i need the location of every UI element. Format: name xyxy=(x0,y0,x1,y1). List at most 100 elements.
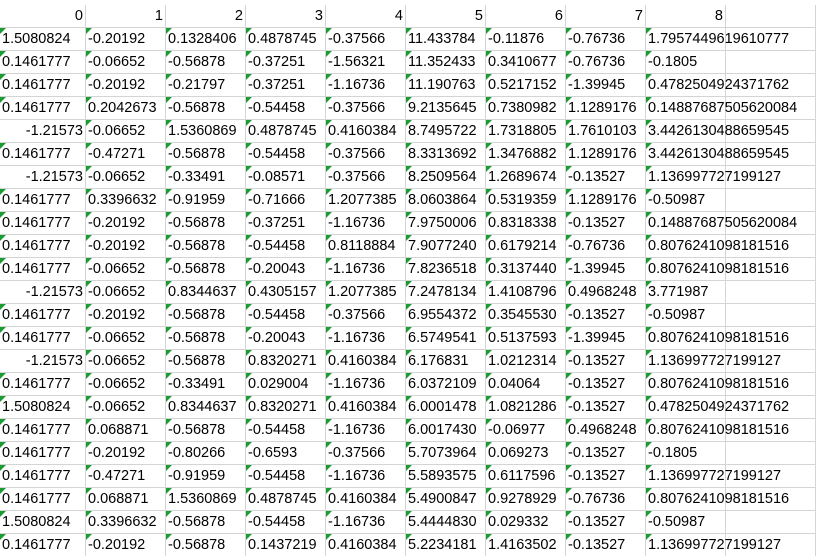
table-cell[interactable]: -0.20192 xyxy=(86,235,166,258)
column-header-cell[interactable]: 6 xyxy=(486,5,566,28)
table-cell[interactable]: -0.50987 xyxy=(646,304,726,327)
table-cell[interactable]: 0.3410677 xyxy=(486,51,566,74)
table-cell[interactable]: 11.433784 xyxy=(406,28,486,51)
table-cell[interactable]: 0.1461777 xyxy=(0,488,86,511)
table-cell[interactable]: 1.136997727199127 xyxy=(646,534,781,556)
column-header-cell[interactable]: 8 xyxy=(646,5,726,28)
table-cell[interactable]: -0.56878 xyxy=(166,304,246,327)
table-cell[interactable]: 0.1461777 xyxy=(0,465,86,488)
table-cell[interactable]: -1.39945 xyxy=(566,74,646,97)
table-cell[interactable]: -0.54458 xyxy=(246,419,326,442)
table-cell[interactable]: -0.13527 xyxy=(566,465,646,488)
table-cell[interactable]: 3.4426130488659545 xyxy=(646,120,789,143)
table-cell[interactable]: -0.37566 xyxy=(326,304,406,327)
table-cell[interactable]: -0.13527 xyxy=(566,511,646,534)
table-cell[interactable]: -0.91959 xyxy=(166,465,246,488)
table-cell[interactable]: 0.3545530 xyxy=(486,304,566,327)
table-cell[interactable]: -0.37566 xyxy=(326,97,406,120)
table-cell[interactable]: -0.1805 xyxy=(646,51,726,74)
table-cell[interactable]: 0.069273 xyxy=(486,442,566,465)
table-cell[interactable]: 0.8076241098181516 xyxy=(646,488,789,511)
table-cell[interactable]: 0.1461777 xyxy=(0,373,86,396)
table-cell[interactable]: 0.4878745 xyxy=(246,28,326,51)
table-cell[interactable]: -0.47271 xyxy=(86,465,166,488)
table-cell[interactable]: 6.5749541 xyxy=(406,327,486,350)
table-cell[interactable]: -0.13527 xyxy=(566,442,646,465)
table-cell[interactable]: -0.20192 xyxy=(86,212,166,235)
table-cell[interactable]: 0.4782504924371762 xyxy=(646,74,789,97)
table-cell[interactable]: -0.06652 xyxy=(86,51,166,74)
table-cell[interactable]: 1.136997727199127 xyxy=(646,465,781,488)
table-cell[interactable]: 1.136997727199127 xyxy=(646,350,781,373)
table-cell[interactable]: -0.20192 xyxy=(86,304,166,327)
table-cell[interactable]: -1.16736 xyxy=(326,74,406,97)
table-cell[interactable]: 0.9278929 xyxy=(486,488,566,511)
table-cell[interactable]: 0.3396632 xyxy=(86,511,166,534)
table-cell[interactable]: 1.4163502 xyxy=(486,534,566,556)
table-cell[interactable]: 0.029332 xyxy=(486,511,566,534)
table-cell[interactable]: -0.56878 xyxy=(166,143,246,166)
table-cell[interactable]: 1.2689674 xyxy=(486,166,566,189)
table-cell[interactable]: -0.56878 xyxy=(166,235,246,258)
table-cell[interactable]: -1.39945 xyxy=(566,327,646,350)
table-cell[interactable]: -1.56321 xyxy=(326,51,406,74)
table-cell[interactable]: 0.1461777 xyxy=(0,327,86,350)
table-cell[interactable]: 0.4305157 xyxy=(246,281,326,304)
table-cell[interactable]: -0.37251 xyxy=(246,51,326,74)
table-cell[interactable]: -0.54458 xyxy=(246,143,326,166)
table-cell[interactable]: 9.2135645 xyxy=(406,97,486,120)
table-cell[interactable]: 5.2234181 xyxy=(406,534,486,556)
table-cell[interactable]: -0.37566 xyxy=(326,28,406,51)
table-cell[interactable]: 7.8236518 xyxy=(406,258,486,281)
table-cell[interactable]: -1.39945 xyxy=(566,258,646,281)
table-cell[interactable]: -0.56878 xyxy=(166,212,246,235)
table-cell[interactable]: 0.1461777 xyxy=(0,534,86,556)
table-cell[interactable]: -0.76736 xyxy=(566,28,646,51)
table-cell[interactable]: 0.4878745 xyxy=(246,488,326,511)
table-cell[interactable]: 0.3396632 xyxy=(86,189,166,212)
table-cell[interactable]: 0.8344637 xyxy=(166,281,246,304)
table-cell[interactable]: 0.8076241098181516 xyxy=(646,419,789,442)
table-cell[interactable]: 0.1461777 xyxy=(0,74,86,97)
table-cell[interactable]: -1.21573 xyxy=(0,120,86,143)
table-cell[interactable]: 0.1461777 xyxy=(0,258,86,281)
table-cell[interactable]: -0.91959 xyxy=(166,189,246,212)
column-header-cell[interactable]: 4 xyxy=(326,5,406,28)
table-cell[interactable]: 6.176831 xyxy=(406,350,486,373)
table-cell[interactable]: 0.4782504924371762 xyxy=(646,396,789,419)
table-cell[interactable]: -0.21797 xyxy=(166,74,246,97)
table-cell[interactable]: -0.56878 xyxy=(166,51,246,74)
table-cell[interactable]: 1.7610103 xyxy=(566,120,646,143)
table-cell[interactable]: -0.08571 xyxy=(246,166,326,189)
table-cell[interactable]: 0.14887687505620084 xyxy=(646,212,797,235)
table-cell[interactable]: 11.352433 xyxy=(406,51,486,74)
table-cell[interactable]: 8.0603864 xyxy=(406,189,486,212)
table-cell[interactable]: 3.771987 xyxy=(646,281,726,304)
table-cell[interactable]: -0.56878 xyxy=(166,419,246,442)
table-cell[interactable]: -0.13527 xyxy=(566,396,646,419)
table-cell[interactable]: 7.9750006 xyxy=(406,212,486,235)
table-cell[interactable]: -1.16736 xyxy=(326,511,406,534)
table-cell[interactable]: 0.4878745 xyxy=(246,120,326,143)
table-cell[interactable]: 0.068871 xyxy=(86,488,166,511)
table-cell[interactable]: -1.16736 xyxy=(326,327,406,350)
table-cell[interactable]: 0.1461777 xyxy=(0,442,86,465)
table-cell[interactable]: 0.4160384 xyxy=(326,350,406,373)
table-cell[interactable]: -0.06977 xyxy=(486,419,566,442)
table-cell[interactable]: 0.6179214 xyxy=(486,235,566,258)
table-cell[interactable]: -0.06652 xyxy=(86,350,166,373)
table-cell[interactable]: 0.8320271 xyxy=(246,350,326,373)
table-cell[interactable]: 0.8076241098181516 xyxy=(646,373,789,396)
table-cell[interactable]: 1.0821286 xyxy=(486,396,566,419)
table-cell[interactable]: -0.76736 xyxy=(566,235,646,258)
table-cell[interactable]: -0.06652 xyxy=(86,166,166,189)
table-cell[interactable]: -0.33491 xyxy=(166,373,246,396)
table-cell[interactable]: 0.2042673 xyxy=(86,97,166,120)
table-cell[interactable]: -0.37566 xyxy=(326,166,406,189)
table-cell[interactable]: -0.71666 xyxy=(246,189,326,212)
table-cell[interactable]: -0.56878 xyxy=(166,327,246,350)
table-cell[interactable]: -0.47271 xyxy=(86,143,166,166)
table-cell[interactable]: 0.5217152 xyxy=(486,74,566,97)
table-cell[interactable]: 1.3476882 xyxy=(486,143,566,166)
table-cell[interactable]: 1.1289176 xyxy=(566,97,646,120)
